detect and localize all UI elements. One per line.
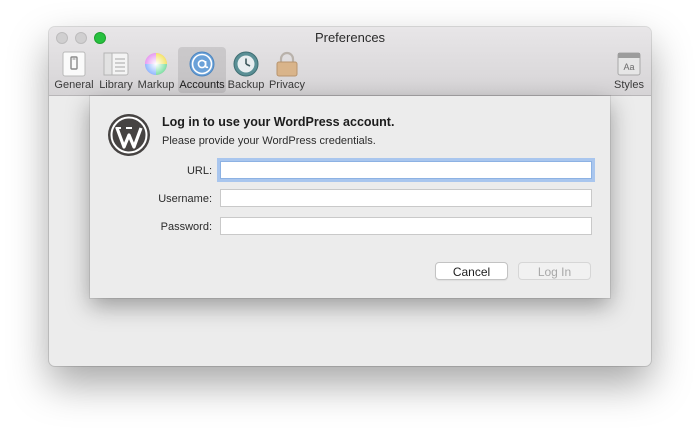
preferences-window: Preferences General Library Markup Accou… [49, 27, 651, 366]
wordpress-login-sheet: Log in to use your WordPress account. Pl… [90, 96, 610, 298]
markup-color-wheel-icon [145, 53, 167, 75]
url-field[interactable] [220, 161, 592, 179]
password-label: Password: [160, 221, 212, 233]
toolbar-item-markup[interactable]: Markup [136, 47, 176, 93]
url-label: URL: [186, 165, 212, 177]
cancel-button[interactable]: Cancel [435, 262, 508, 280]
sheet-title: Log in to use your WordPress account. [162, 115, 395, 129]
toolbar-item-backup[interactable]: Backup [227, 47, 265, 93]
toolbar-label-privacy: Privacy [268, 79, 306, 91]
username-field[interactable] [220, 189, 592, 207]
styles-icon: Aa [617, 52, 641, 76]
wordpress-logo-icon [108, 114, 150, 156]
toolbar-label-backup: Backup [227, 79, 265, 91]
toolbar-item-general[interactable]: General [54, 47, 94, 93]
titlebar: Preferences General Library Markup Accou… [49, 27, 651, 96]
username-label: Username: [158, 193, 212, 205]
toolbar-label-library: Library [99, 79, 133, 91]
library-icon [103, 52, 129, 76]
window-title: Preferences [314, 30, 386, 45]
toolbar-item-styles[interactable]: Aa Styles [611, 47, 647, 93]
toolbar-label-styles: Styles [614, 79, 644, 91]
svg-text:Aa: Aa [623, 62, 634, 72]
toolbar-item-accounts[interactable]: Accounts [178, 47, 226, 93]
time-machine-icon [233, 51, 259, 77]
toolbar-label-markup: Markup [137, 79, 175, 91]
sheet-subtitle: Please provide your WordPress credential… [162, 135, 376, 147]
password-field[interactable] [220, 217, 592, 235]
toolbar-item-privacy[interactable]: Privacy [268, 47, 306, 93]
toolbar-label-general: General [54, 79, 94, 91]
general-icon [62, 51, 86, 77]
at-sign-icon [189, 51, 215, 77]
login-button[interactable]: Log In [518, 262, 591, 280]
toolbar-item-library[interactable]: Library [97, 47, 135, 93]
toolbar-label-accounts: Accounts [179, 79, 225, 91]
lock-icon [276, 51, 298, 77]
